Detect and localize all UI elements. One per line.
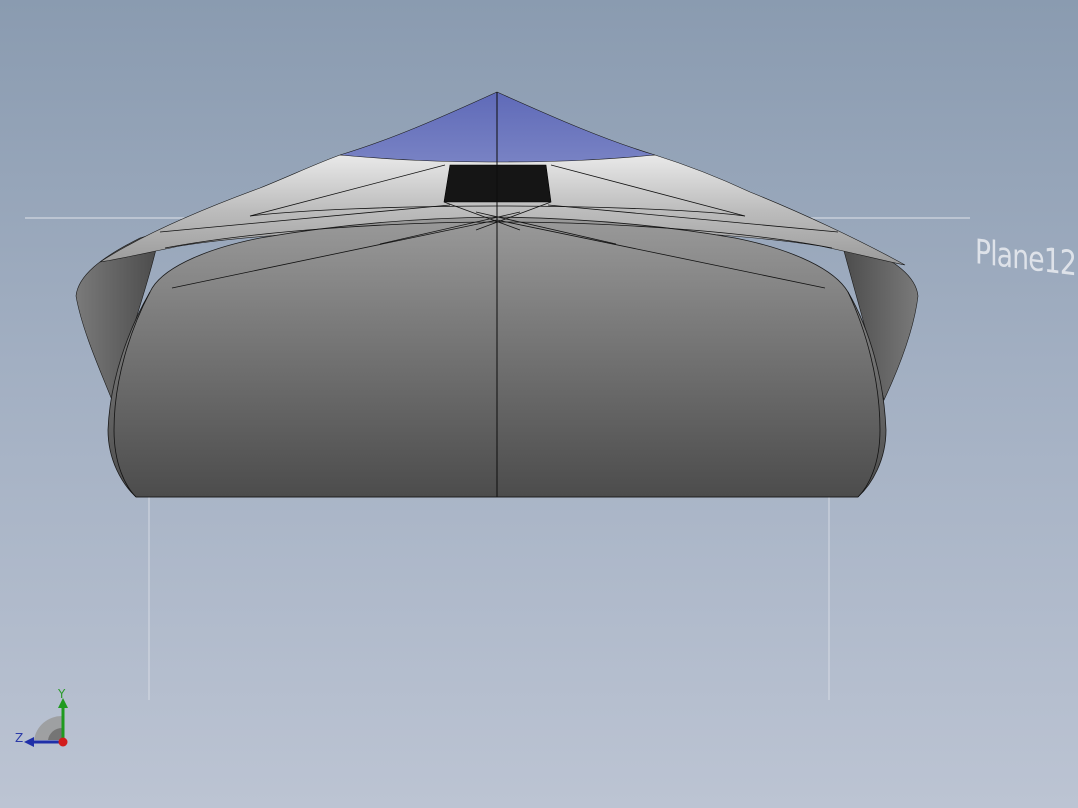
model-view[interactable]: [0, 0, 1078, 808]
reference-triad: Y Z: [12, 684, 76, 754]
z-axis-label: Z: [15, 731, 24, 745]
y-axis-label: Y: [58, 687, 66, 701]
origin-point: [58, 737, 68, 747]
graphics-viewport[interactable]: Plane12 Y Z: [0, 0, 1078, 808]
